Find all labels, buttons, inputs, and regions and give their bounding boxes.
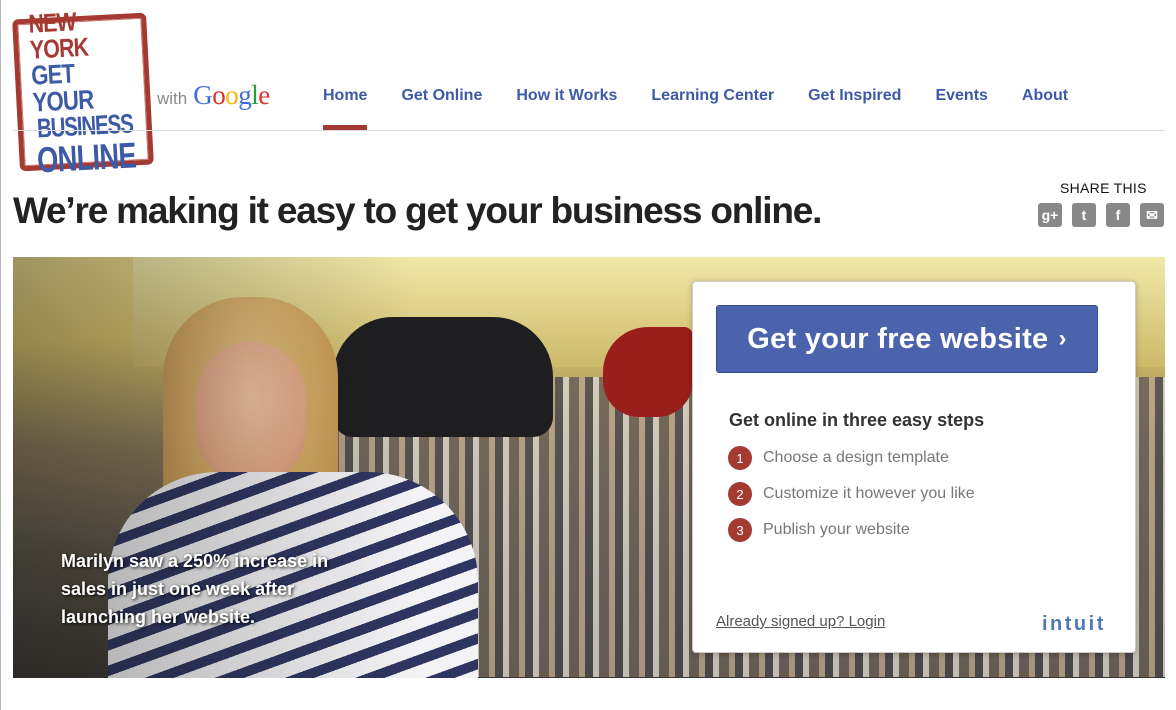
chevron-right-icon: › bbox=[1058, 325, 1067, 352]
share-icons: g+ t f ✉ bbox=[1038, 203, 1164, 227]
login-link[interactable]: Already signed up? Login bbox=[716, 613, 885, 630]
google-letter: o bbox=[212, 80, 226, 110]
logo-line-2: GET YOUR bbox=[30, 58, 95, 118]
logo-line-4: ONLINE bbox=[35, 133, 137, 180]
site-logo[interactable]: NEW YORK GET YOUR BUSINESS ONLINE bbox=[12, 7, 154, 180]
nav-item-get-inspired[interactable]: Get Inspired bbox=[794, 85, 915, 130]
nav-item-home[interactable]: Home bbox=[309, 85, 381, 130]
nav-divider bbox=[13, 130, 1165, 131]
get-free-website-button[interactable]: Get your free website › bbox=[716, 305, 1098, 373]
nav-item-learning-center[interactable]: Learning Center bbox=[637, 85, 788, 130]
window-edge bbox=[0, 0, 1, 710]
step-text: Publish your website bbox=[763, 521, 910, 538]
step-item: 2 Customize it however you like bbox=[728, 482, 975, 506]
logo-line-1: NEW YORK bbox=[27, 6, 89, 65]
intuit-logo: intuit bbox=[1042, 613, 1106, 635]
page-headline: We’re making it easy to get your busines… bbox=[13, 190, 822, 231]
step-item: 1 Choose a design template bbox=[728, 446, 949, 470]
google-letter: e bbox=[258, 80, 270, 110]
nav-item-about[interactable]: About bbox=[1008, 85, 1082, 130]
nav-item-get-online[interactable]: Get Online bbox=[387, 85, 496, 130]
google-letter: G bbox=[193, 80, 213, 110]
google-letter: o bbox=[225, 80, 239, 110]
nav-item-how-it-works[interactable]: How it Works bbox=[502, 85, 631, 130]
with-google-tagline: with Google bbox=[157, 80, 270, 111]
google-wordmark: Google bbox=[193, 80, 270, 111]
google-plus-icon[interactable]: g+ bbox=[1038, 203, 1062, 227]
cta-label: Get your free website bbox=[747, 322, 1049, 355]
step-item: 3 Publish your website bbox=[728, 518, 910, 542]
step-number-badge: 3 bbox=[728, 518, 752, 542]
step-text: Choose a design template bbox=[763, 449, 949, 466]
twitter-icon[interactable]: t bbox=[1072, 203, 1096, 227]
nav-item-events[interactable]: Events bbox=[921, 85, 1001, 130]
step-number-badge: 1 bbox=[728, 446, 752, 470]
main-nav: Home Get Online How it Works Learning Ce… bbox=[309, 85, 1088, 130]
google-letter: g bbox=[238, 80, 252, 110]
email-icon[interactable]: ✉ bbox=[1140, 203, 1164, 227]
hero-caption: Marilyn saw a 250% increase in sales in … bbox=[61, 551, 329, 627]
facebook-icon[interactable]: f bbox=[1106, 203, 1130, 227]
with-label: with bbox=[157, 89, 188, 108]
step-number-badge: 2 bbox=[728, 482, 752, 506]
step-text: Customize it however you like bbox=[763, 485, 975, 502]
share-label: SHARE THIS bbox=[1060, 180, 1147, 196]
steps-title: Get online in three easy steps bbox=[729, 410, 985, 430]
signup-card: Get your free website › Get online in th… bbox=[692, 281, 1136, 653]
